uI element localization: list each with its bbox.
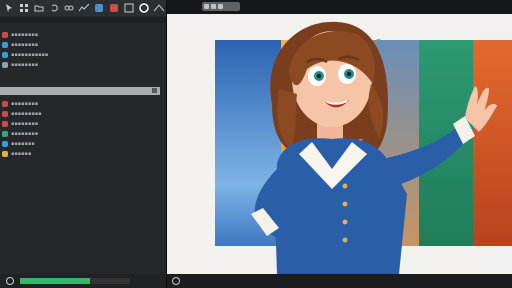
layer-list-bottom: ▪▪▪▪▪▪▪▪ ▪▪▪▪▪▪▪▪▪ ▪▪▪▪▪▪▪▪ ▪▪▪▪▪▪▪▪ ▪▪▪… — [2, 99, 162, 159]
list-item-label: ▪▪▪▪▪▪▪▪ — [11, 32, 39, 38]
layer-icon — [2, 62, 8, 68]
folder-icon[interactable] — [34, 3, 44, 13]
list-item[interactable]: ▪▪▪▪▪▪▪▪▪▪▪ — [2, 50, 162, 60]
wave2-icon[interactable] — [154, 3, 164, 13]
list-item-label: ▪▪▪▪▪▪▪▪ — [11, 131, 39, 137]
list-item[interactable]: ▪▪▪▪▪▪▪▪ — [2, 40, 162, 50]
list-item-label: ▪▪▪▪▪▪ — [11, 151, 32, 157]
status-bar — [0, 274, 166, 288]
list-item-label: ▪▪▪▪▪▪▪▪▪▪▪ — [11, 52, 49, 58]
search-field[interactable] — [0, 87, 160, 95]
settings-icon[interactable] — [139, 3, 149, 13]
cursor-icon[interactable] — [4, 3, 14, 13]
layer-icon — [2, 111, 8, 117]
list-item-label: ▪▪▪▪▪▪▪▪▪ — [11, 111, 42, 117]
link-icon[interactable] — [64, 3, 74, 13]
list-item-label: ▪▪▪▪▪▪▪▪ — [11, 101, 39, 107]
layer-icon — [2, 32, 8, 38]
progress-fill — [20, 278, 91, 284]
preview-footer — [167, 274, 512, 288]
list-item-label: ▪▪▪▪▪▪▪▪ — [11, 62, 39, 68]
tab-icon — [204, 4, 209, 9]
list-item-label: ▪▪▪▪▪▪▪▪ — [11, 42, 39, 48]
tab-icon — [211, 4, 216, 9]
list-item[interactable]: ▪▪▪▪▪▪ — [2, 149, 162, 159]
preview-viewport[interactable] — [167, 14, 512, 274]
list-item-label: ▪▪▪▪▪▪▪ — [11, 141, 35, 147]
progress-bar — [20, 278, 130, 284]
wave-icon[interactable] — [79, 3, 89, 13]
toolbar — [0, 0, 179, 16]
record-icon[interactable] — [109, 3, 119, 13]
list-item[interactable]: ▪▪▪▪▪▪▪▪ — [2, 119, 162, 129]
tab-icon — [218, 4, 223, 9]
layer-icon — [2, 151, 8, 157]
character-illustration — [251, 21, 497, 274]
preview-tab[interactable] — [202, 2, 240, 11]
editor-window: ▪▪▪▪▪▪▪▪ ▪▪▪▪▪▪▪▪ ▪▪▪▪▪▪▪▪▪▪▪ ▪▪▪▪▪▪▪▪ ▪… — [0, 0, 512, 288]
list-item[interactable]: ▪▪▪▪▪▪▪▪ — [2, 99, 162, 109]
layer-list-top: ▪▪▪▪▪▪▪▪ ▪▪▪▪▪▪▪▪ ▪▪▪▪▪▪▪▪▪▪▪ ▪▪▪▪▪▪▪▪ — [2, 30, 162, 70]
refresh-icon[interactable] — [94, 3, 104, 13]
layout-icon[interactable] — [124, 3, 134, 13]
list-item[interactable]: ▪▪▪▪▪▪▪▪▪ — [2, 109, 162, 119]
left-sidebar: ▪▪▪▪▪▪▪▪ ▪▪▪▪▪▪▪▪ ▪▪▪▪▪▪▪▪▪▪▪ ▪▪▪▪▪▪▪▪ ▪… — [0, 0, 179, 288]
tab-strip — [0, 17, 166, 23]
list-item[interactable]: ▪▪▪▪▪▪▪▪ — [2, 30, 162, 40]
status-indicator-icon[interactable] — [6, 277, 14, 285]
layer-icon — [2, 121, 8, 127]
layer-icon — [2, 42, 8, 48]
list-item[interactable]: ▪▪▪▪▪▪▪▪ — [2, 60, 162, 70]
undo-icon[interactable] — [49, 3, 59, 13]
search-icon[interactable] — [152, 88, 157, 93]
layer-icon — [2, 101, 8, 107]
list-item[interactable]: ▪▪▪▪▪▪▪▪ — [2, 129, 162, 139]
layer-icon — [2, 131, 8, 137]
layer-icon — [2, 52, 8, 58]
layer-icon — [2, 141, 8, 147]
grid-icon[interactable] — [19, 3, 29, 13]
list-item[interactable]: ▪▪▪▪▪▪▪ — [2, 139, 162, 149]
playback-indicator-icon[interactable] — [172, 277, 180, 285]
list-item-label: ▪▪▪▪▪▪▪▪ — [11, 121, 39, 127]
